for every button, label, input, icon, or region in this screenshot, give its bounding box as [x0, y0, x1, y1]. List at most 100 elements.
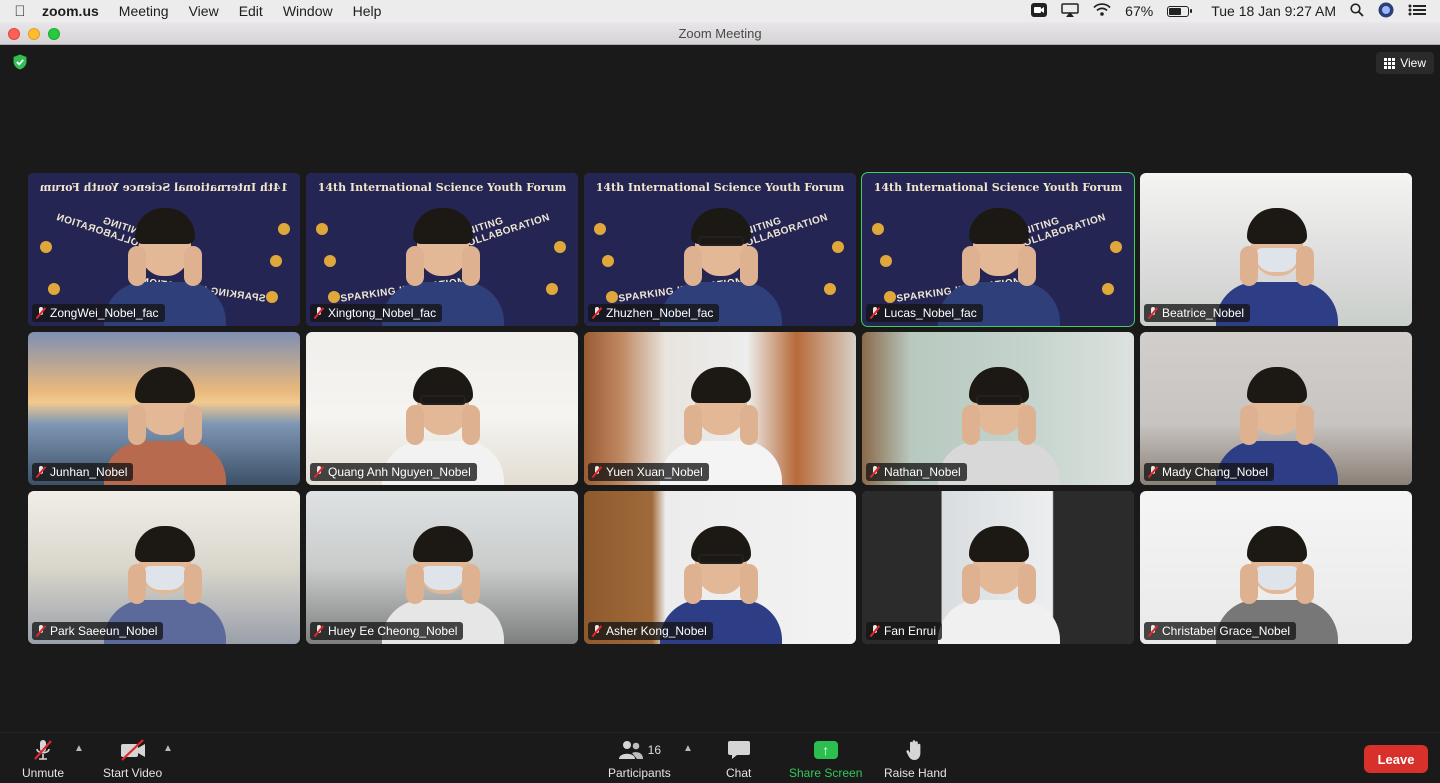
- muted-microphone-icon: [36, 466, 46, 478]
- menubar-clock[interactable]: Tue 18 Jan 9:27 AM: [1211, 3, 1336, 19]
- leave-meeting-button[interactable]: Leave: [1364, 745, 1428, 773]
- airplay-icon[interactable]: [1061, 2, 1079, 20]
- participant-name: Christabel Grace_Nobel: [1162, 624, 1291, 638]
- participant-name-tag: Nathan_Nobel: [866, 463, 967, 481]
- banner-science-icon: [324, 255, 336, 267]
- muted-microphone-icon: [314, 307, 324, 319]
- raise-hand-button[interactable]: Raise Hand: [884, 739, 947, 780]
- encryption-shield-icon[interactable]: [12, 54, 28, 70]
- menu-view[interactable]: View: [179, 3, 229, 19]
- video-tile[interactable]: 14th International Science Youth Forum IG…: [306, 173, 578, 326]
- control-center-icon[interactable]: [1408, 3, 1426, 19]
- battery-icon[interactable]: [1167, 5, 1193, 17]
- video-tile[interactable]: Asher Kong_Nobel: [584, 491, 856, 644]
- unmute-button[interactable]: Unmute: [22, 739, 64, 780]
- meeting-controls-toolbar: Unmute ▲ Start Video ▲ 16 Participants ▲…: [0, 732, 1440, 783]
- participants-icon: [618, 741, 643, 759]
- grid-view-icon: [1384, 57, 1396, 69]
- spotlight-search-icon[interactable]: [1350, 2, 1364, 20]
- participant-name-tag: ZongWei_Nobel_fac: [32, 304, 165, 322]
- share-screen-label: Share Screen: [789, 766, 863, 780]
- banner-science-icon: [278, 223, 290, 235]
- participant-name: Zhuzhen_Nobel_fac: [606, 306, 714, 320]
- participant-name-tag: Junhan_Nobel: [32, 463, 134, 481]
- unmute-label: Unmute: [22, 766, 65, 780]
- muted-microphone-icon: [1148, 307, 1158, 319]
- video-tile[interactable]: Nathan_Nobel: [862, 332, 1134, 485]
- raise-hand-label: Raise Hand: [884, 766, 947, 780]
- banner-science-icon: [602, 255, 614, 267]
- video-tile[interactable]: Mady Chang_Nobel: [1140, 332, 1412, 485]
- participant-name: Mady Chang_Nobel: [1162, 465, 1269, 479]
- video-tile[interactable]: Yuen Xuan_Nobel: [584, 332, 856, 485]
- video-tile[interactable]: Park Saeeun_Nobel: [28, 491, 300, 644]
- siri-icon[interactable]: [1378, 2, 1394, 21]
- participants-button[interactable]: 16 Participants: [608, 739, 671, 780]
- participant-name: Park Saeeun_Nobel: [50, 624, 158, 638]
- participant-name-tag: Fan Enrui: [866, 622, 943, 640]
- video-tile[interactable]: Christabel Grace_Nobel: [1140, 491, 1412, 644]
- banner-science-icon: [872, 223, 884, 235]
- raise-hand-icon: [905, 739, 925, 761]
- zoom-status-icon[interactable]: [1031, 2, 1048, 20]
- muted-microphone-icon: [870, 307, 880, 319]
- share-screen-button[interactable]: ↑ Share Screen: [789, 739, 862, 780]
- participant-name: Huey Ee Cheong_Nobel: [328, 624, 458, 638]
- participant-name: Quang Anh Nguyen_Nobel: [328, 465, 471, 479]
- video-tile[interactable]: 14th International Science Youth Forum IG…: [28, 173, 300, 326]
- view-layout-button[interactable]: View: [1376, 52, 1434, 74]
- banner-science-icon: [880, 255, 892, 267]
- menu-meeting[interactable]: Meeting: [109, 3, 179, 19]
- wifi-icon[interactable]: [1093, 3, 1111, 19]
- participant-name: Asher Kong_Nobel: [606, 624, 707, 638]
- participant-name-tag: Xingtong_Nobel_fac: [310, 304, 443, 322]
- audio-options-chevron-icon[interactable]: ▲: [74, 743, 84, 754]
- view-label: View: [1400, 56, 1426, 70]
- participants-label: Participants: [608, 766, 671, 780]
- window-titlebar[interactable]: Zoom Meeting: [0, 22, 1440, 45]
- banner-science-icon: [266, 291, 278, 303]
- participant-name-tag: Lucas_Nobel_fac: [866, 304, 983, 322]
- participant-name: ZongWei_Nobel_fac: [50, 306, 159, 320]
- video-tile[interactable]: 14th International Science Youth Forum IG…: [861, 172, 1135, 327]
- participant-name: Lucas_Nobel_fac: [884, 306, 977, 320]
- muted-microphone-icon: [592, 307, 602, 319]
- banner-science-icon: [554, 241, 566, 253]
- start-video-button[interactable]: Start Video: [103, 739, 162, 780]
- banner-science-icon: [884, 291, 896, 303]
- menu-window[interactable]: Window: [273, 3, 343, 19]
- muted-microphone-icon: [1148, 466, 1158, 478]
- banner-science-icon: [48, 283, 60, 295]
- video-tile[interactable]: Beatrice_Nobel: [1140, 173, 1412, 326]
- video-tile[interactable]: Fan Enrui: [862, 491, 1134, 644]
- participant-name-tag: Christabel Grace_Nobel: [1144, 622, 1297, 640]
- start-video-label: Start Video: [103, 766, 163, 780]
- chat-button[interactable]: Chat: [726, 739, 751, 780]
- participant-name: Fan Enrui: [884, 624, 937, 638]
- muted-microphone-icon: [36, 625, 46, 637]
- participant-name: Xingtong_Nobel_fac: [328, 306, 437, 320]
- video-off-icon: [119, 739, 147, 761]
- participants-icon-group: 16: [618, 739, 661, 761]
- banner-science-icon: [316, 223, 328, 235]
- menu-edit[interactable]: Edit: [229, 3, 273, 19]
- participant-name: Nathan_Nobel: [884, 465, 961, 479]
- participant-name: Junhan_Nobel: [50, 465, 128, 479]
- participant-name-tag: Beatrice_Nobel: [1144, 304, 1251, 322]
- participant-name-tag: Mady Chang_Nobel: [1144, 463, 1275, 481]
- muted-microphone-icon: [592, 466, 602, 478]
- participant-name-tag: Zhuzhen_Nobel_fac: [588, 304, 720, 322]
- menu-app-name[interactable]: zoom.us: [40, 3, 109, 19]
- video-tile[interactable]: Junhan_Nobel: [28, 332, 300, 485]
- video-tile[interactable]: 14th International Science Youth Forum IG…: [584, 173, 856, 326]
- menu-help[interactable]: Help: [343, 3, 392, 19]
- participants-options-chevron-icon[interactable]: ▲: [683, 743, 693, 754]
- banner-science-icon: [594, 223, 606, 235]
- participant-name-tag: Huey Ee Cheong_Nobel: [310, 622, 464, 640]
- muted-microphone-icon: [592, 625, 602, 637]
- video-options-chevron-icon[interactable]: ▲: [163, 743, 173, 754]
- apple-menu-icon[interactable]: : [0, 3, 40, 20]
- video-tile[interactable]: Huey Ee Cheong_Nobel: [306, 491, 578, 644]
- muted-microphone-icon: [31, 739, 55, 761]
- video-tile[interactable]: Quang Anh Nguyen_Nobel: [306, 332, 578, 485]
